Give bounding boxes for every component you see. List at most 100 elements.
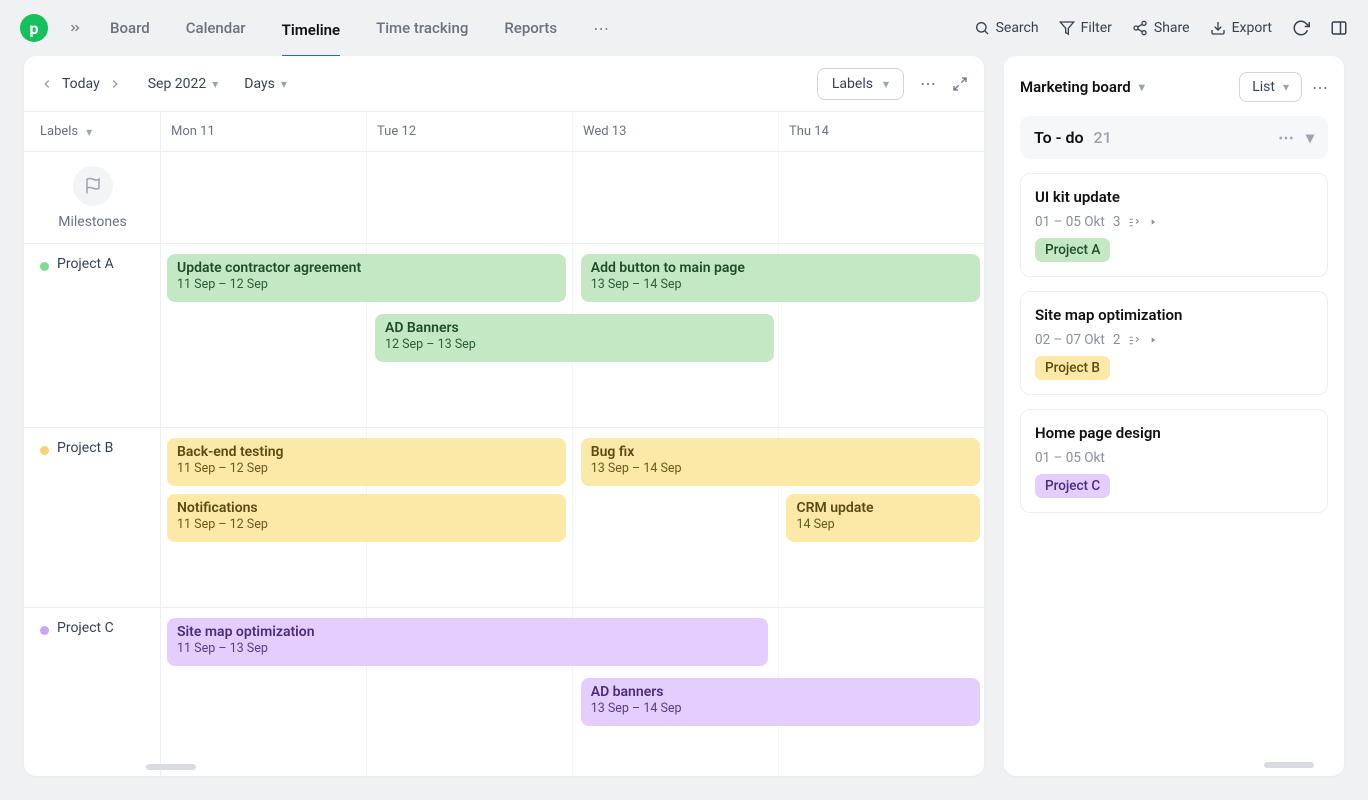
filter-button[interactable]: Filter xyxy=(1059,20,1112,36)
share-label: Share xyxy=(1154,20,1190,36)
nav-timeline[interactable]: Timeline xyxy=(282,15,340,58)
task-dates: 13 Sep – 14 Sep xyxy=(591,277,970,292)
board-select[interactable]: Marketing board ▾ xyxy=(1020,78,1145,96)
task-bar[interactable]: Add button to main page 13 Sep – 14 Sep xyxy=(581,254,980,302)
refresh-button[interactable] xyxy=(1292,19,1310,37)
card-title: Home page design xyxy=(1035,424,1313,442)
task-bar[interactable]: Bug fix 13 Sep – 14 Sep xyxy=(581,438,980,486)
task-card[interactable]: UI kit update 01 – 05 Okt 3 Project A xyxy=(1020,173,1328,277)
view-list-select[interactable]: List ▾ xyxy=(1239,72,1302,102)
fullscreen-button[interactable] xyxy=(952,76,968,92)
task-title: Update contractor agreement xyxy=(177,260,556,276)
card-subtask-count: 3 xyxy=(1113,214,1121,230)
task-dates: 11 Sep – 12 Sep xyxy=(177,277,556,292)
project-color-dot xyxy=(40,446,49,455)
project-a-label: Project A xyxy=(57,256,114,272)
task-title: Site map optimization xyxy=(177,624,758,640)
chevron-down-icon: ▾ xyxy=(281,77,287,91)
chevron-down-icon: ▾ xyxy=(212,77,218,91)
task-bar[interactable]: AD Banners 12 Sep – 13 Sep xyxy=(375,314,774,362)
prev-period-button[interactable] xyxy=(40,77,54,91)
task-bar[interactable]: CRM update 14 Sep xyxy=(786,494,979,542)
chevron-right-icon xyxy=(1149,335,1157,345)
month-select[interactable]: Sep 2022 ▾ xyxy=(148,76,219,92)
side-more-button[interactable]: ⋯ xyxy=(1312,78,1328,97)
task-bar[interactable]: AD banners 13 Sep – 14 Sep xyxy=(581,678,980,726)
nav-more-icon[interactable]: ⋯ xyxy=(593,19,609,38)
group-title: To - do xyxy=(1034,128,1084,147)
task-bar[interactable]: Notifications 11 Sep – 12 Sep xyxy=(167,494,566,542)
timeline-panel: Today Sep 2022 ▾ Days ▾ Labels ▾ ⋯ xyxy=(24,56,984,776)
horizontal-scrollbar[interactable] xyxy=(146,764,196,770)
group-more-icon[interactable]: ⋯ xyxy=(1278,128,1294,147)
chevron-right-icon xyxy=(1149,217,1157,227)
chevron-down-icon: ▾ xyxy=(1283,80,1289,94)
card-project-tag: Project A xyxy=(1035,238,1110,262)
more-options-button[interactable]: ⋯ xyxy=(920,74,936,93)
task-dates: 11 Sep – 13 Sep xyxy=(177,641,758,656)
project-color-dot xyxy=(40,626,49,635)
project-color-dot xyxy=(40,262,49,271)
granularity-label: Days xyxy=(244,76,275,92)
task-title: AD Banners xyxy=(385,320,764,336)
task-bar[interactable]: Update contractor agreement 11 Sep – 12 … xyxy=(167,254,566,302)
nav-board[interactable]: Board xyxy=(110,13,150,43)
day-header: Mon 11 xyxy=(161,112,367,151)
day-header: Tue 12 xyxy=(367,112,573,151)
chevron-down-icon: ▾ xyxy=(86,125,92,139)
view-list-label: List xyxy=(1252,79,1275,95)
granularity-select[interactable]: Days ▾ xyxy=(244,76,287,92)
subtasks-icon xyxy=(1128,334,1141,347)
nav-calendar[interactable]: Calendar xyxy=(186,13,246,43)
task-title: Add button to main page xyxy=(591,260,970,276)
labels-column-label: Labels xyxy=(40,124,78,139)
side-panel: Marketing board ▾ List ▾ ⋯ To - do 21 ⋯ … xyxy=(1004,56,1344,776)
export-button[interactable]: Export xyxy=(1210,20,1272,36)
app-logo[interactable]: p xyxy=(20,14,48,42)
task-title: CRM update xyxy=(796,500,969,516)
group-collapse-icon[interactable]: ▾ xyxy=(1306,128,1314,147)
task-dates: 14 Sep xyxy=(796,517,969,532)
panel-toggle-button[interactable] xyxy=(1330,19,1348,37)
task-title: Notifications xyxy=(177,500,556,516)
day-header: Thu 14 xyxy=(779,112,984,151)
search-button[interactable]: Search xyxy=(974,20,1039,36)
nav-reports[interactable]: Reports xyxy=(504,13,557,43)
task-card[interactable]: Home page design 01 – 05 Okt Project C xyxy=(1020,409,1328,513)
chevron-down-icon: ▾ xyxy=(883,77,889,91)
card-project-tag: Project B xyxy=(1035,356,1110,380)
project-b-label: Project B xyxy=(57,440,113,456)
filter-label: Filter xyxy=(1081,20,1112,36)
month-label: Sep 2022 xyxy=(148,76,207,92)
sidebar-expand-icon[interactable] xyxy=(68,21,82,35)
task-bar[interactable]: Back-end testing 11 Sep – 12 Sep xyxy=(167,438,566,486)
task-card[interactable]: Site map optimization 02 – 07 Okt 2 Proj… xyxy=(1020,291,1328,395)
card-title: Site map optimization xyxy=(1035,306,1313,324)
card-title: UI kit update xyxy=(1035,188,1313,206)
task-title: Bug fix xyxy=(591,444,970,460)
nav-timetracking[interactable]: Time tracking xyxy=(376,13,468,43)
task-bar[interactable]: Site map optimization 11 Sep – 13 Sep xyxy=(167,618,768,666)
card-dates: 02 – 07 Okt xyxy=(1035,332,1105,348)
task-dates: 13 Sep – 14 Sep xyxy=(591,461,970,476)
group-count: 21 xyxy=(1094,128,1112,147)
next-period-button[interactable] xyxy=(108,77,122,91)
card-subtask-count: 2 xyxy=(1113,332,1121,348)
share-button[interactable]: Share xyxy=(1132,20,1190,36)
subtasks-icon xyxy=(1128,216,1141,229)
task-dates: 12 Sep – 13 Sep xyxy=(385,337,764,352)
task-title: AD banners xyxy=(591,684,970,700)
card-dates: 01 – 05 Okt xyxy=(1035,450,1105,466)
flag-icon xyxy=(73,166,113,206)
side-horizontal-scrollbar[interactable] xyxy=(1264,762,1314,768)
labels-dropdown[interactable]: Labels ▾ xyxy=(817,68,904,100)
export-label: Export xyxy=(1232,20,1272,36)
milestones-label: Milestones xyxy=(58,214,127,230)
task-dates: 11 Sep – 12 Sep xyxy=(177,461,556,476)
group-header[interactable]: To - do 21 ⋯ ▾ xyxy=(1020,116,1328,159)
today-button[interactable]: Today xyxy=(62,76,100,92)
labels-dropdown-label: Labels xyxy=(832,76,873,92)
search-label: Search xyxy=(996,20,1039,36)
day-header: Wed 13 xyxy=(573,112,779,151)
labels-column-header[interactable]: Labels ▾ xyxy=(24,112,161,151)
